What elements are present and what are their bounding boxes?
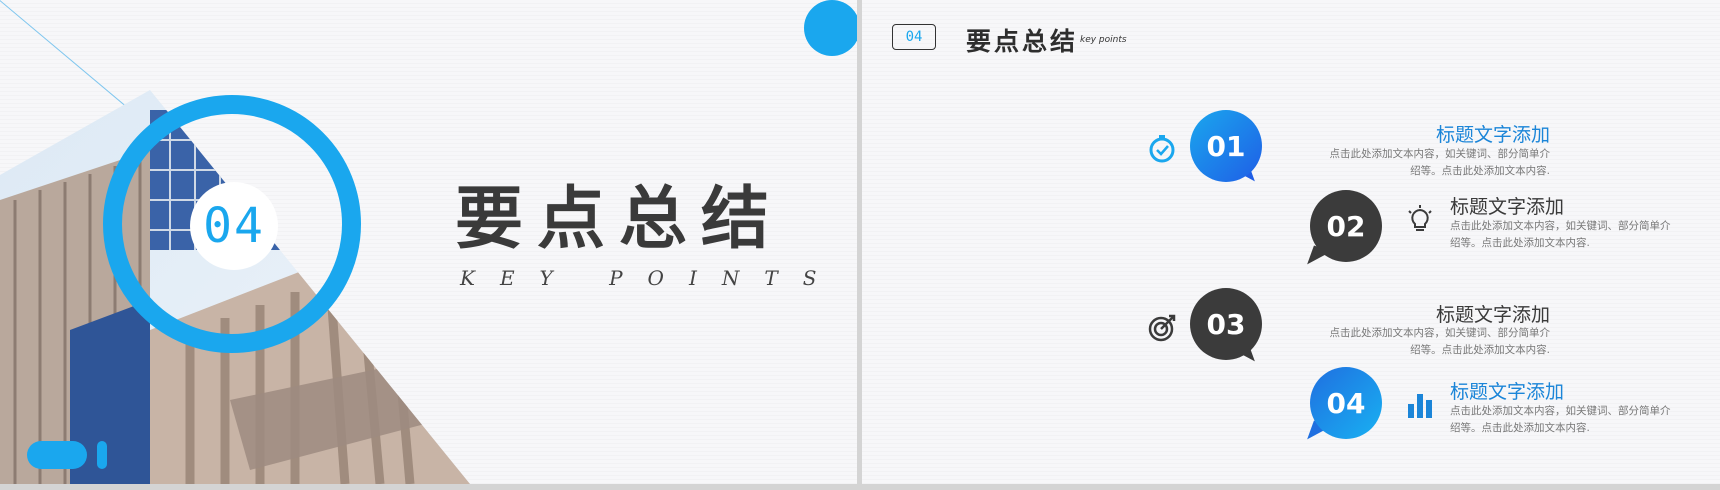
point-desc: 点击此处添加文本内容，如关键词、部分简单介绍等。点击此处添加文本内容. (1329, 148, 1551, 177)
decorative-bar (97, 441, 107, 469)
point-title: 标题文字添加 (1450, 381, 1565, 403)
header-subtitle: key points (1080, 35, 1127, 45)
section-subtitle: KEY POINTS (460, 266, 842, 290)
point-number: 03 (1206, 307, 1246, 341)
point-number-bubble: 01 (1190, 110, 1262, 182)
target-icon (1148, 314, 1176, 342)
decorative-dot (804, 0, 857, 56)
point-number-bubble: 04 (1310, 367, 1382, 439)
point-title: 标题文字添加 (1450, 196, 1565, 218)
point-number: 04 (1326, 386, 1366, 420)
section-cover-slide: 04 要点总结 KEY POINTS (0, 0, 857, 484)
header-number-badge: 04 (892, 24, 936, 50)
lightbulb-icon (1408, 205, 1432, 231)
bar-chart-icon (1408, 394, 1432, 418)
point-number-bubble: 03 (1190, 288, 1262, 360)
point-title: 标题文字添加 (1435, 304, 1550, 326)
header-title: 要点总结 (966, 27, 1079, 56)
point-desc: 点击此处添加文本内容，如关键词、部分简单介绍等。点击此处添加文本内容. (1450, 405, 1671, 434)
point-desc: 点击此处添加文本内容，如关键词、部分简单介绍等。点击此处添加文本内容. (1450, 220, 1671, 249)
stopwatch-icon (1149, 135, 1175, 163)
point-number: 01 (1206, 129, 1246, 163)
section-number-circle: 04 (190, 182, 278, 270)
point-number: 02 (1326, 209, 1366, 243)
key-points-slide: 04 要点总结 key points 标题文字添加 点击此处添加文本内容，如关键… (862, 0, 1720, 484)
point-desc: 点击此处添加文本内容，如关键词、部分简单介绍等。点击此处添加文本内容. (1329, 327, 1551, 356)
point-number-bubble: 02 (1310, 190, 1382, 262)
section-number: 04 (203, 198, 265, 254)
section-title: 要点总结 (455, 180, 784, 259)
point-title: 标题文字添加 (1435, 124, 1550, 146)
decorative-pill (27, 441, 87, 469)
